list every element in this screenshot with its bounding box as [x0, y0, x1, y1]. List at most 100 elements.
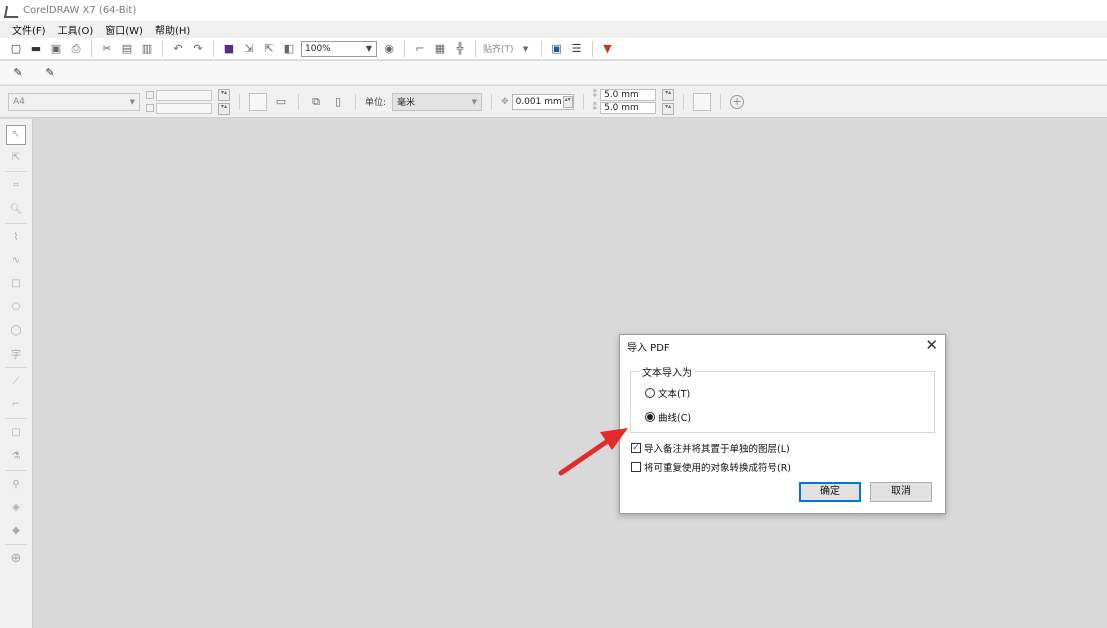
- all-pages-icon[interactable]: ⧉: [308, 94, 324, 110]
- checkbox-convert-symbols-row[interactable]: 将可重复使用的对象转换成符号(R): [631, 460, 791, 474]
- color-eyedropper-icon[interactable]: ⚲: [6, 474, 26, 494]
- cancel-button[interactable]: 取消: [870, 482, 932, 502]
- checkbox-convert-symbols[interactable]: [631, 462, 641, 472]
- print-icon[interactable]: ⎙: [68, 41, 84, 57]
- launch-icon[interactable]: ▼: [600, 41, 616, 57]
- page-size-select[interactable]: A4 ▼: [8, 92, 140, 111]
- toolbox-divider: [5, 366, 27, 368]
- nudge-field[interactable]: 0.001 mm ▴▾: [511, 93, 574, 110]
- copy-icon[interactable]: ▤: [119, 41, 135, 57]
- checkbox-import-notes[interactable]: ✓: [631, 443, 641, 453]
- save-icon[interactable]: ▣: [48, 41, 64, 57]
- drop-shadow-icon[interactable]: ▢: [6, 423, 26, 443]
- units-value: 毫米: [397, 98, 416, 108]
- rulers-icon[interactable]: ⌐: [412, 41, 428, 57]
- export-icon[interactable]: ⇱: [261, 41, 277, 57]
- height-spinner[interactable]: ▾▴: [218, 102, 230, 115]
- parallel-dimension-icon[interactable]: ⟋: [6, 371, 26, 391]
- text-tool-icon[interactable]: 字: [6, 343, 26, 363]
- page-height-field[interactable]: [156, 102, 212, 114]
- shape-tool-icon[interactable]: ⇱: [6, 148, 26, 168]
- chevron-down-icon: ▼: [129, 97, 135, 106]
- menu-tools[interactable]: 工具(O): [58, 22, 94, 37]
- dup-x-field[interactable]: 5.0 mm: [600, 89, 657, 101]
- zoom-dropdown[interactable]: 100% ▼: [301, 40, 377, 57]
- chevron-down-icon: ▼: [365, 44, 373, 53]
- connector-tool-icon[interactable]: ⌐: [6, 395, 26, 415]
- duplicate-distance: ⁑ 5.0 mm ⁑ 5.0 mm: [593, 89, 657, 114]
- cut-icon[interactable]: ✂: [99, 41, 115, 57]
- new-doc-icon[interactable]: ▢: [8, 41, 24, 57]
- treat-as-filled-button[interactable]: [693, 92, 712, 111]
- polygon-tool-icon[interactable]: ◯: [6, 320, 26, 340]
- freehand-tool-icon[interactable]: ⌇: [6, 227, 26, 247]
- undo-icon[interactable]: ↶: [170, 41, 186, 57]
- add-icon[interactable]: +: [730, 94, 745, 109]
- publish-pdf-icon[interactable]: ◧: [281, 41, 297, 57]
- import-icon[interactable]: ⇲: [241, 41, 257, 57]
- close-icon[interactable]: ✕: [925, 336, 938, 354]
- radio-button-text[interactable]: [645, 388, 655, 398]
- landscape-icon[interactable]: ▭: [273, 94, 289, 110]
- redo-icon[interactable]: ↷: [190, 41, 206, 57]
- toolbar-divider: [298, 93, 299, 110]
- macro-record-icon[interactable]: ✎: [42, 65, 58, 81]
- radio-text-option[interactable]: 文本(T): [645, 386, 690, 400]
- page-dimensions: [146, 89, 212, 114]
- toolbar-divider: [720, 93, 722, 110]
- secondary-toolbar: ✎ ✎: [0, 61, 1107, 85]
- open-icon[interactable]: ▬: [28, 41, 44, 57]
- checkbox-import-notes-row[interactable]: ✓ 导入备注并将其置于单独的图层(L): [631, 441, 790, 455]
- app-logo-icon: [4, 5, 18, 17]
- transparency-icon[interactable]: ⚗: [6, 446, 26, 466]
- artistic-media-icon[interactable]: ∿: [6, 251, 26, 271]
- group-label: 文本导入为: [639, 364, 695, 379]
- welcome-icon[interactable]: ▣: [549, 41, 565, 57]
- menu-help[interactable]: 帮助(H): [155, 22, 190, 37]
- macro-run-icon[interactable]: ✎: [10, 65, 26, 81]
- dimension-spinners: ▾▴ ▾▴: [218, 88, 230, 115]
- chevron-down-icon: ▼: [471, 97, 478, 106]
- menu-bar: 文件(F) 工具(O) 窗口(W) 帮助(H): [0, 21, 1107, 38]
- options-icon[interactable]: ☰: [569, 41, 585, 57]
- app-launcher-icon[interactable]: ■: [221, 41, 237, 57]
- guides-icon[interactable]: ▦: [432, 41, 448, 57]
- radio-button-curves[interactable]: [645, 412, 655, 422]
- standard-toolbar: ▢ ▬ ▣ ⎙ ✂ ▤ ▥ ↶ ↷ ■ ⇲ ⇱ ◧ 100% ▼ ◉ ⌐ ▦ ╬…: [0, 38, 1107, 60]
- width-spinner[interactable]: ▾▴: [218, 88, 230, 101]
- interactive-fill-icon[interactable]: ◈: [6, 497, 26, 517]
- units-select[interactable]: 毫米 ▼: [392, 92, 483, 111]
- pick-tool-icon[interactable]: ↖: [6, 124, 26, 145]
- nudge-spinner[interactable]: ▴▾: [562, 95, 573, 108]
- property-bar: A4 ▼ ▾▴ ▾▴ ▭ ⧉ ▯ 单位: 毫米 ▼ ✥ 0.001 mm ▴▾ …: [0, 86, 1107, 118]
- page-height-row: [146, 102, 212, 114]
- dup-x-spinner[interactable]: ▾▴: [662, 88, 675, 101]
- grid-icon[interactable]: ╬: [452, 41, 468, 57]
- rectangle-tool-icon[interactable]: □: [6, 274, 26, 294]
- toolbox-divider: [5, 544, 27, 546]
- current-page-icon[interactable]: ▯: [330, 94, 346, 110]
- ok-button[interactable]: 确定: [799, 482, 861, 502]
- text-import-group: 文本导入为 文本(T) 曲线(C): [630, 364, 935, 433]
- portrait-button[interactable]: [249, 92, 267, 111]
- toolbox-divider: [5, 469, 27, 471]
- nudge-icon: ✥: [501, 96, 509, 107]
- crop-tool-icon[interactable]: ⌗: [6, 176, 26, 196]
- zoom-tool-icon[interactable]: 🔍︎: [6, 199, 26, 219]
- page-width-field[interactable]: [156, 89, 212, 101]
- dup-y-spinner[interactable]: ▾▴: [662, 102, 675, 115]
- width-icon: [146, 91, 154, 99]
- drawing-canvas[interactable]: [34, 119, 1107, 628]
- menu-file[interactable]: 文件(F): [12, 22, 46, 37]
- ellipse-tool-icon[interactable]: ○: [6, 297, 26, 317]
- menu-window[interactable]: 窗口(W): [105, 22, 143, 37]
- add-tool-icon[interactable]: ⊕: [6, 549, 26, 569]
- dup-y-field[interactable]: 5.0 mm: [600, 102, 657, 114]
- dup-y-row: ⁑ 5.0 mm: [593, 102, 657, 114]
- snap-dropdown[interactable]: 贴齐(T): [483, 42, 514, 55]
- zoom-value: 100%: [305, 43, 331, 54]
- full-screen-icon[interactable]: ◉: [381, 41, 397, 57]
- paste-icon[interactable]: ▥: [139, 41, 155, 57]
- smart-fill-icon[interactable]: ◆: [6, 521, 26, 541]
- radio-curves-option[interactable]: 曲线(C): [645, 410, 691, 424]
